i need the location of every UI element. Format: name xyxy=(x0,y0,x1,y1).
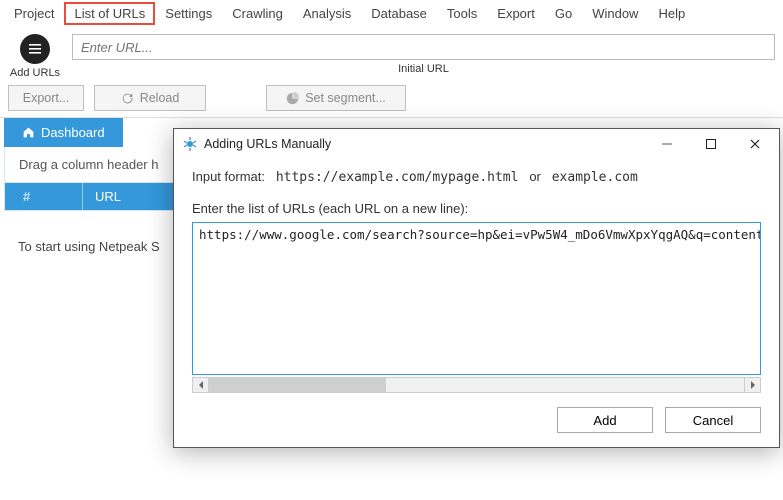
action-row: Export... Reload Set segment... xyxy=(0,79,783,117)
dialog-body: Input format: https://example.com/mypage… xyxy=(174,159,779,393)
reload-button[interactable]: Reload xyxy=(94,85,206,111)
add-urls-button[interactable] xyxy=(20,34,50,64)
add-urls-label: Add URLs xyxy=(10,67,60,79)
input-format-example2: example.com xyxy=(552,170,638,185)
toolbar: Add URLs Initial URL xyxy=(0,28,783,79)
menu-item-crawling[interactable]: Crawling xyxy=(222,2,293,25)
export-button[interactable]: Export... xyxy=(8,85,84,111)
grid-col-num[interactable]: # xyxy=(5,183,83,210)
scroll-thumb[interactable] xyxy=(209,378,386,392)
pie-icon xyxy=(286,92,299,105)
export-button-label: Export... xyxy=(23,91,70,105)
spider-icon xyxy=(182,136,198,152)
dialog-title: Adding URLs Manually xyxy=(204,137,645,151)
urls-textarea[interactable]: https://www.google.com/search?source=hp&… xyxy=(192,222,761,375)
input-format-or: or xyxy=(529,169,541,184)
menu-item-help[interactable]: Help xyxy=(648,2,695,25)
input-format-row: Input format: https://example.com/mypage… xyxy=(192,169,761,185)
dialog-footer: Add Cancel xyxy=(174,393,779,447)
scroll-track[interactable] xyxy=(209,378,744,392)
enter-urls-label: Enter the list of URLs (each URL on a ne… xyxy=(192,201,761,216)
maximize-button[interactable] xyxy=(689,130,733,158)
menu-item-export[interactable]: Export xyxy=(487,2,545,25)
tab-dashboard[interactable]: Dashboard xyxy=(4,118,123,147)
tab-dashboard-label: Dashboard xyxy=(41,125,105,140)
add-urls-group: Add URLs xyxy=(8,34,62,79)
minimize-button[interactable] xyxy=(645,130,689,158)
url-input[interactable] xyxy=(72,34,775,60)
menu-item-tools[interactable]: Tools xyxy=(437,2,487,25)
dialog-title-bar[interactable]: Adding URLs Manually xyxy=(174,129,779,159)
menu-bar: ProjectList of URLsSettingsCrawlingAnaly… xyxy=(0,0,783,28)
add-urls-dialog: Adding URLs Manually Input format: https… xyxy=(173,128,780,448)
scroll-right-arrow[interactable] xyxy=(744,378,760,392)
urls-textarea-content: https://www.google.com/search?source=hp&… xyxy=(193,223,760,246)
menu-item-window[interactable]: Window xyxy=(582,2,648,25)
list-icon xyxy=(27,41,43,57)
menu-item-go[interactable]: Go xyxy=(545,2,582,25)
scroll-left-arrow[interactable] xyxy=(193,378,209,392)
reload-icon xyxy=(121,92,134,105)
close-button[interactable] xyxy=(733,130,777,158)
url-input-group: Initial URL xyxy=(72,34,775,75)
input-format-label: Input format: xyxy=(192,169,265,184)
set-segment-button[interactable]: Set segment... xyxy=(266,85,406,111)
menu-item-project[interactable]: Project xyxy=(4,2,64,25)
menu-item-analysis[interactable]: Analysis xyxy=(293,2,361,25)
initial-url-label: Initial URL xyxy=(72,63,775,75)
menu-item-database[interactable]: Database xyxy=(361,2,437,25)
reload-button-label: Reload xyxy=(140,91,180,105)
menu-item-list-of-urls[interactable]: List of URLs xyxy=(64,2,155,25)
input-format-example1: https://example.com/mypage.html xyxy=(276,170,519,185)
set-segment-label: Set segment... xyxy=(305,91,386,105)
cancel-button[interactable]: Cancel xyxy=(665,407,761,433)
add-button[interactable]: Add xyxy=(557,407,653,433)
home-icon xyxy=(22,126,35,139)
menu-item-settings[interactable]: Settings xyxy=(155,2,222,25)
horizontal-scrollbar[interactable] xyxy=(192,377,761,393)
